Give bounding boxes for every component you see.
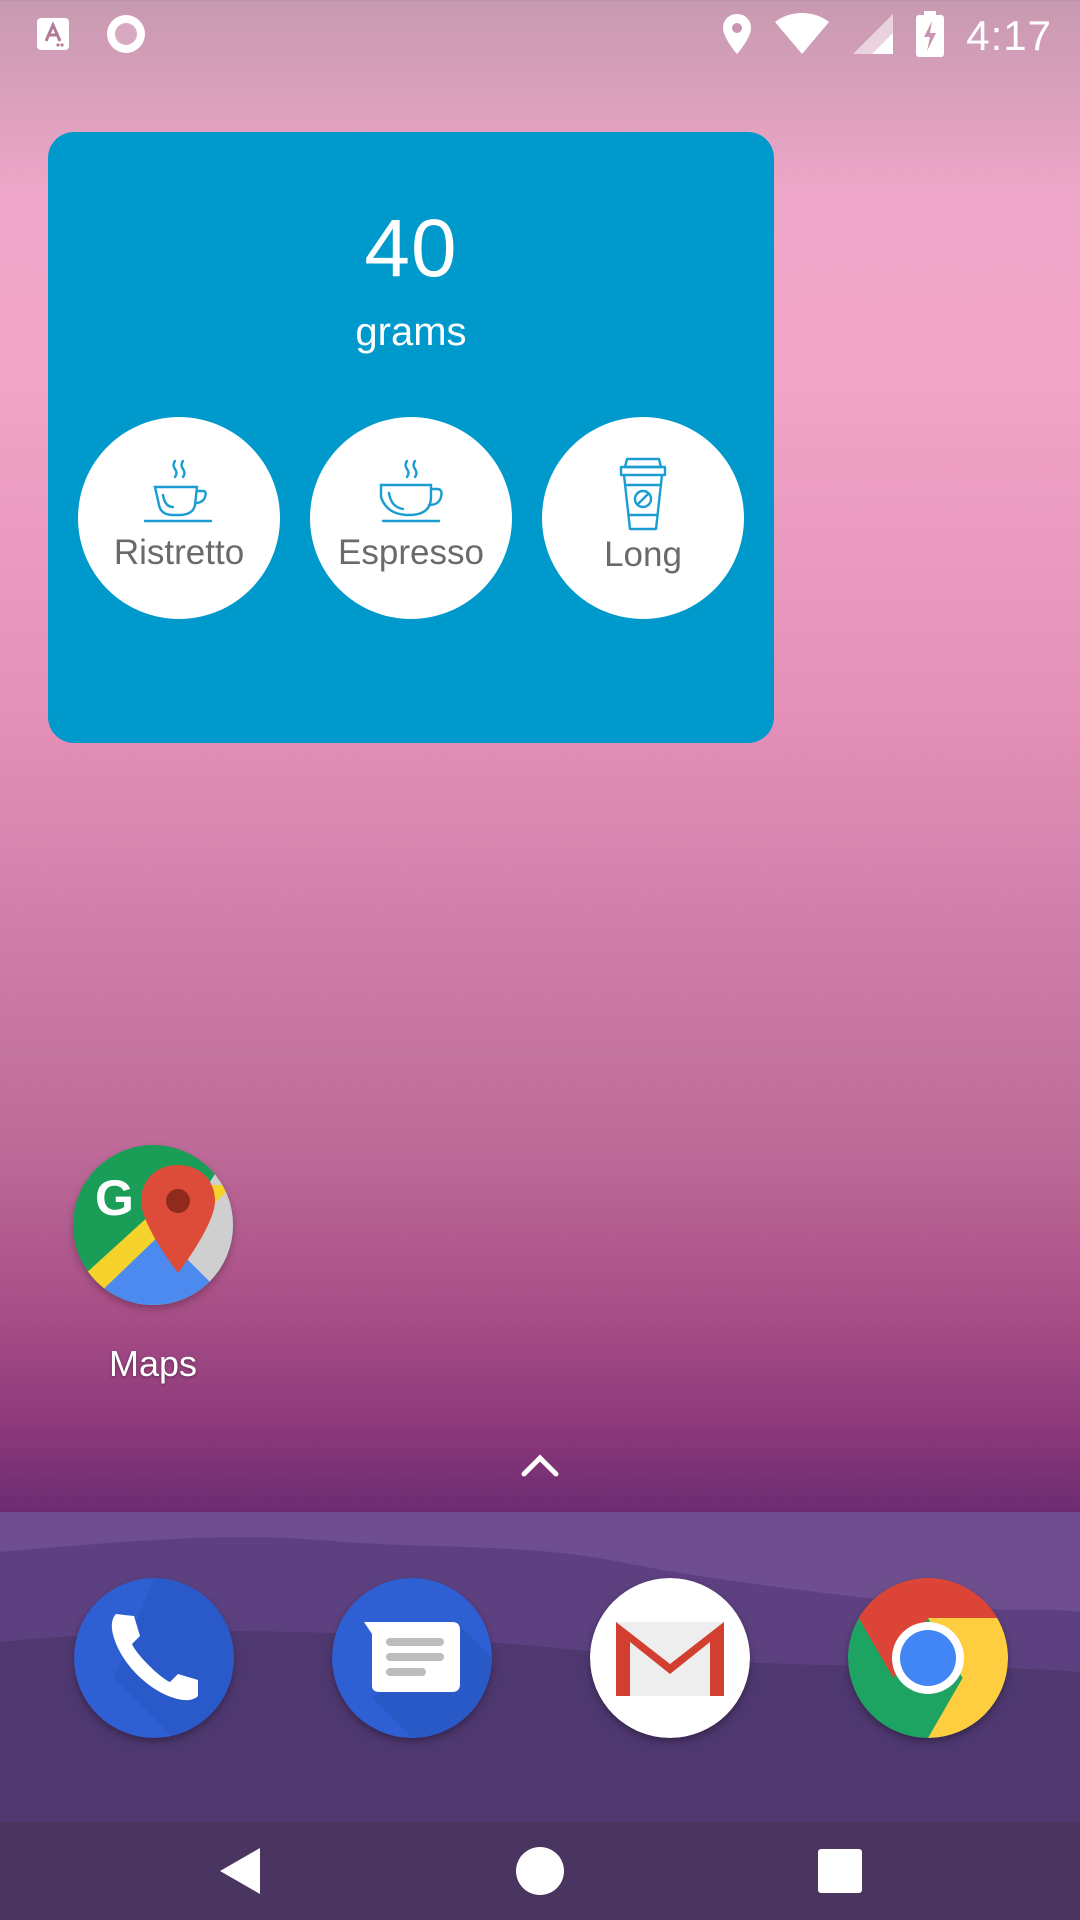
battery-charging-icon [916, 10, 945, 62]
espresso-label: Espresso [338, 533, 484, 572]
recents-icon[interactable] [816, 1822, 864, 1920]
text-assist-icon [36, 17, 70, 56]
espresso-button[interactable]: Espresso [310, 417, 512, 619]
ristretto-cup-icon [143, 459, 213, 523]
status-left [36, 12, 148, 61]
long-button[interactable]: Long [542, 417, 744, 619]
phone-icon [74, 1578, 234, 1738]
svg-text:G: G [95, 1170, 134, 1226]
coffee-widget: 40 grams Ristretto Espresso Long [48, 132, 774, 743]
long-label: Long [604, 535, 682, 574]
dock-messages[interactable] [332, 1578, 492, 1738]
wifi-icon [774, 12, 830, 60]
dock-phone[interactable] [74, 1578, 234, 1738]
gmail-icon [590, 1578, 750, 1738]
status-bar: 4:17 [0, 0, 1080, 72]
takeaway-cup-icon [619, 457, 667, 531]
amount-unit: grams [355, 310, 467, 354]
messages-icon [332, 1578, 492, 1738]
app-drawer-arrow-icon[interactable] [516, 1444, 564, 1489]
back-icon[interactable] [216, 1822, 264, 1920]
status-right: 4:17 [722, 10, 1052, 62]
chrome-icon [848, 1578, 1008, 1738]
ristretto-button[interactable]: Ristretto [78, 417, 280, 619]
espresso-cup-icon [379, 459, 443, 523]
clock: 4:17 [966, 12, 1052, 59]
location-icon [722, 13, 752, 60]
amount-value: 40 [364, 203, 458, 294]
home-icon[interactable] [515, 1822, 565, 1920]
ristretto-label: Ristretto [113, 533, 245, 572]
cell-signal-icon [852, 13, 894, 60]
dock-chrome[interactable] [848, 1578, 1008, 1738]
dock-gmail[interactable] [590, 1578, 750, 1738]
google-maps-icon: G [73, 1145, 233, 1305]
maps-label: Maps [108, 1343, 198, 1384]
record-icon [104, 12, 148, 61]
app-maps[interactable]: G Maps [70, 1145, 236, 1385]
